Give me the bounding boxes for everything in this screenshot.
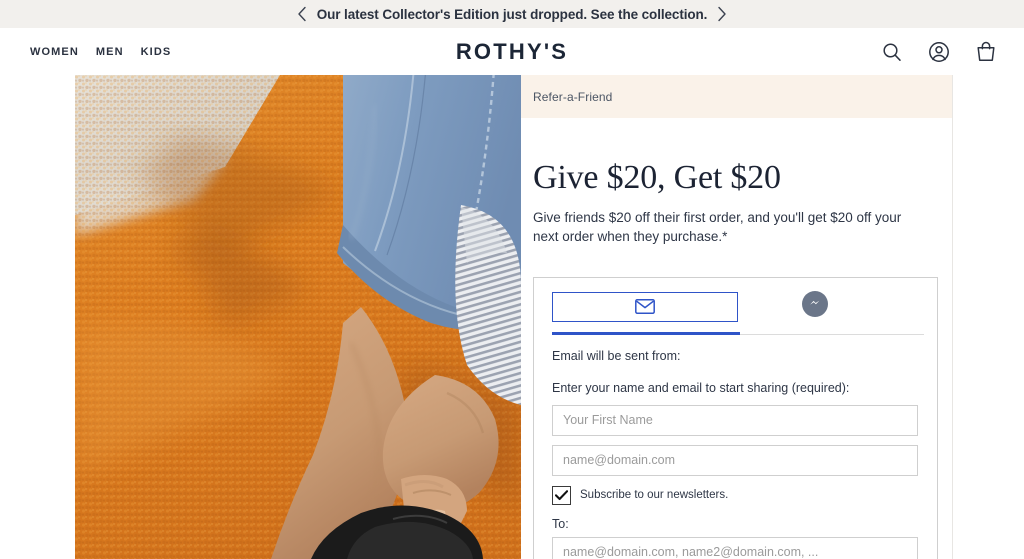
search-icon[interactable] bbox=[880, 40, 904, 64]
site-header: WOMEN MEN KIDS ROTHY'S bbox=[0, 28, 1024, 75]
sent-from-label: Email will be sent from: bbox=[552, 349, 681, 363]
tab-email[interactable] bbox=[552, 291, 738, 322]
subscribe-checkbox-row: Subscribe to our newsletters. bbox=[552, 485, 919, 505]
announcement-bar: Our latest Collector's Edition just drop… bbox=[0, 0, 1024, 28]
nav-item-kids[interactable]: KIDS bbox=[141, 46, 172, 58]
announcement-inner: Our latest Collector's Edition just drop… bbox=[212, 0, 812, 28]
nav-item-men[interactable]: MEN bbox=[96, 46, 124, 58]
page-title: Give $20, Get $20 bbox=[533, 159, 781, 196]
subscribe-checkbox[interactable] bbox=[552, 485, 571, 505]
hero-photo bbox=[75, 75, 521, 559]
announcement-text[interactable]: Our latest Collector's Edition just drop… bbox=[317, 7, 708, 22]
shopping-bag-icon[interactable] bbox=[974, 40, 998, 64]
breadcrumb[interactable]: Refer-a-Friend bbox=[533, 90, 612, 104]
page-root: Our latest Collector's Edition just drop… bbox=[0, 0, 1024, 559]
share-form: Email will be sent from: Enter your name… bbox=[534, 335, 937, 559]
nav-item-women[interactable]: WOMEN bbox=[30, 46, 79, 58]
share-channel-tabs bbox=[534, 278, 937, 335]
breadcrumb-strip: Refer-a-Friend bbox=[521, 75, 952, 118]
recipients-input[interactable] bbox=[552, 536, 918, 559]
messenger-icon bbox=[807, 294, 823, 315]
header-icon-group bbox=[880, 28, 998, 75]
account-icon[interactable] bbox=[927, 40, 951, 64]
email-input[interactable] bbox=[552, 444, 918, 476]
tabs-active-indicator bbox=[552, 332, 740, 335]
panel-body: Give $20, Get $20 Give friends $20 off t… bbox=[521, 118, 952, 246]
refer-a-friend-panel: Refer-a-Friend Give $20, Get $20 Give fr… bbox=[521, 75, 953, 559]
name-email-label: Enter your name and email to start shari… bbox=[552, 380, 850, 395]
share-form-card: Email will be sent from: Enter your name… bbox=[533, 277, 938, 559]
site-logo[interactable]: ROTHY'S bbox=[456, 39, 568, 65]
chevron-right-icon[interactable] bbox=[707, 0, 735, 28]
page-subhead: Give friends $20 off their first order, … bbox=[533, 210, 902, 245]
subscribe-checkbox-label: Subscribe to our newsletters. bbox=[580, 488, 729, 501]
chevron-left-icon[interactable] bbox=[289, 0, 317, 28]
envelope-icon bbox=[635, 299, 655, 314]
tab-messenger[interactable] bbox=[802, 291, 828, 317]
to-label: To: bbox=[552, 516, 569, 531]
first-name-input[interactable] bbox=[552, 404, 918, 436]
primary-nav: WOMEN MEN KIDS bbox=[30, 28, 171, 75]
